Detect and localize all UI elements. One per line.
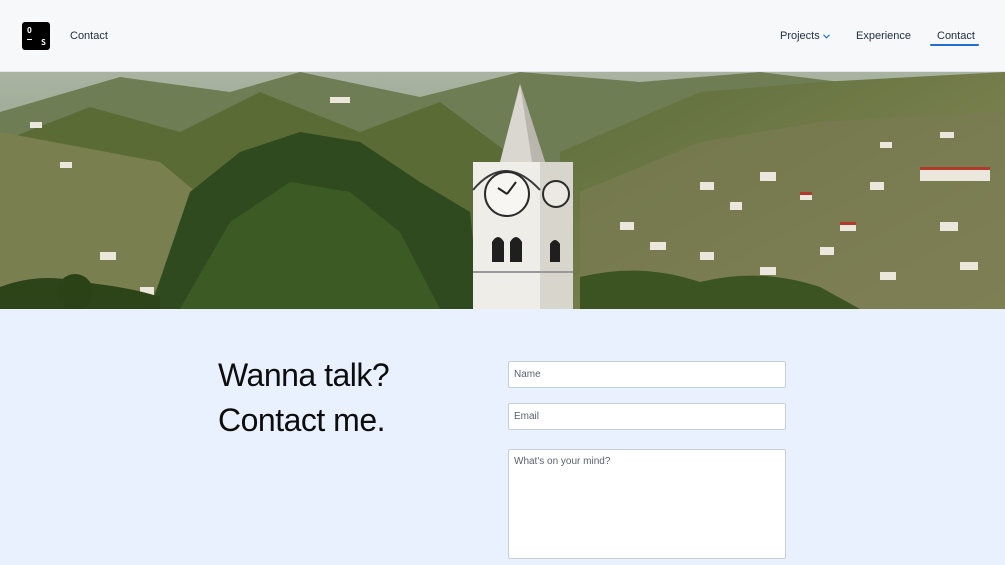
name-input[interactable] [508,361,786,388]
site-header: O S Contact Projects Experience Contact [0,0,1005,72]
logo-letter-s: S [41,38,46,47]
logo[interactable]: O S [22,22,50,50]
message-textarea[interactable] [508,449,786,559]
hero-image [0,72,1005,309]
nav-contact[interactable]: Contact [937,30,975,42]
heading-line-1: Wanna talk? [218,357,390,393]
nav-active-indicator [930,44,979,46]
email-input[interactable] [508,403,786,430]
page-title: Contact [70,30,108,42]
nav-projects[interactable]: Projects [780,30,830,42]
nav-projects-label: Projects [780,30,820,42]
heading-line-2: Contact me. [218,402,386,438]
logo-letter-o: O [27,26,32,35]
chevron-down-icon [822,30,830,42]
contact-section: Wanna talk? Contact me. [0,309,1005,565]
nav-experience[interactable]: Experience [856,30,911,42]
logo-dash [27,39,32,40]
